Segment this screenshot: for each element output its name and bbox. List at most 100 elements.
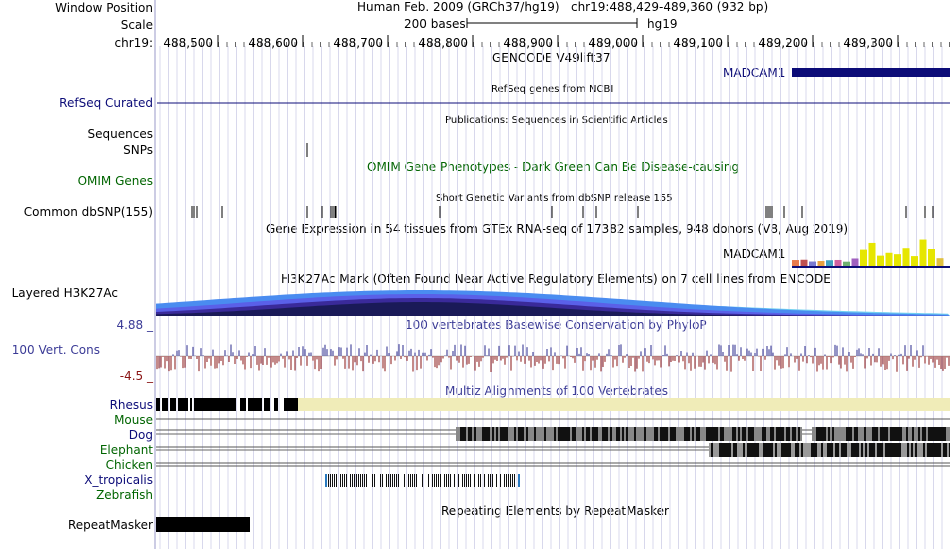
rhesus-align-block xyxy=(274,398,276,411)
xtrop-align-block xyxy=(360,474,361,487)
dog-align-block xyxy=(754,427,756,441)
elephant-align-block xyxy=(835,443,837,457)
dog-align-block xyxy=(680,427,682,441)
rhesus-align-block xyxy=(218,398,220,411)
dog-align-block xyxy=(708,427,710,441)
ruler-tick-label: 489,000 xyxy=(588,36,638,50)
xtrop-align-block xyxy=(478,474,479,487)
ruler-tick-label: 488,600 xyxy=(248,36,298,50)
dog-align-block xyxy=(780,427,782,441)
elephant-align-block xyxy=(737,443,739,457)
elephant-align-block xyxy=(919,443,921,457)
rhesus-align-block xyxy=(254,398,256,411)
elephant-align-block xyxy=(797,443,799,457)
gtex-tissue-bar xyxy=(834,259,842,267)
xtrop-align-block xyxy=(404,474,405,487)
xtrop-align-block xyxy=(342,474,343,487)
elephant-align-block xyxy=(781,443,783,457)
dog-align-block xyxy=(554,427,556,441)
dog-align-block xyxy=(472,427,474,441)
elephant-align-block xyxy=(831,443,833,457)
xtrop-align-block xyxy=(440,474,441,487)
xtrop-align-block xyxy=(394,474,395,487)
elephant-align-block xyxy=(739,443,741,457)
dog-align-block xyxy=(946,427,948,441)
dog-align-block xyxy=(796,427,798,441)
dog-align-block xyxy=(550,427,552,441)
browser-track-image[interactable]: 488,500 488,600 488,700 488,800 488,900 489,0… xyxy=(0,0,950,549)
rhesus-align-block xyxy=(184,398,186,411)
dog-align-block xyxy=(710,427,712,441)
elephant-align-block xyxy=(719,443,721,457)
dog-align-block xyxy=(888,427,890,441)
elephant-align-block xyxy=(817,443,819,457)
dog-align-block xyxy=(892,427,894,441)
elephant-align-block xyxy=(943,443,945,457)
dog-align-block xyxy=(750,427,752,441)
xtrop-align-block xyxy=(396,474,397,487)
dog-align-block xyxy=(616,427,618,441)
dog-align-block xyxy=(482,427,484,441)
xtrop-align-block xyxy=(340,474,341,487)
elephant-align-block xyxy=(751,443,753,457)
dog-align-block xyxy=(772,427,774,441)
dog-align-block xyxy=(692,427,694,441)
gtex-tissue-bar xyxy=(885,252,893,267)
elephant-align-block xyxy=(771,443,773,457)
xtrop-align-block xyxy=(416,474,417,487)
xtrop-align-block xyxy=(490,474,491,487)
elephant-align-block xyxy=(799,443,801,457)
rhesus-align-block xyxy=(214,398,216,411)
dog-align-block xyxy=(662,427,664,441)
dog-align-block xyxy=(516,427,518,441)
dog-align-block xyxy=(654,427,656,441)
elephant-align-block xyxy=(773,443,775,457)
rhesus-align-block xyxy=(248,398,250,411)
rhesus-align-block xyxy=(162,398,164,411)
dog-align-block xyxy=(728,427,730,441)
dog-align-block xyxy=(650,427,652,441)
rhesus-align-block xyxy=(182,398,184,411)
ruler-tick-label: 488,700 xyxy=(333,36,383,50)
elephant-align-block xyxy=(765,443,767,457)
xtrop-align-block xyxy=(436,474,437,487)
xtrop-align-block xyxy=(382,474,383,487)
xtrop-align-block xyxy=(332,474,333,487)
xtrop-align-block xyxy=(458,474,459,487)
dog-align-block xyxy=(458,427,460,441)
dog-align-block xyxy=(580,427,582,441)
gtex-tissue-bar xyxy=(894,254,901,267)
dog-align-block xyxy=(518,427,520,441)
elephant-align-block xyxy=(907,443,909,457)
dog-align-block xyxy=(648,427,650,441)
elephant-align-block xyxy=(791,443,793,457)
xtrop-align-block xyxy=(450,474,451,487)
elephant-align-block xyxy=(775,443,777,457)
elephant-align-block xyxy=(821,443,823,457)
dog-align-block xyxy=(820,427,822,441)
dog-align-block xyxy=(842,427,844,441)
dog-align-block xyxy=(632,427,634,441)
dog-align-block xyxy=(908,427,910,441)
rhesus-align-block xyxy=(172,398,174,411)
dog-align-block xyxy=(730,427,732,441)
elephant-align-block xyxy=(801,443,803,457)
dog-align-block xyxy=(928,427,930,441)
elephant-align-block xyxy=(779,443,781,457)
xtrop-align-block xyxy=(346,474,347,487)
dog-align-block xyxy=(798,427,800,441)
elephant-align-block xyxy=(731,443,733,457)
dog-align-block xyxy=(514,427,516,441)
dog-align-block xyxy=(770,427,772,441)
rhesus-align-block xyxy=(268,398,270,411)
dog-align-block xyxy=(614,427,616,441)
gtex-tissue-bar xyxy=(928,249,935,267)
elephant-align-block xyxy=(723,443,725,457)
elephant-align-block xyxy=(877,443,879,457)
rhesus-align-block xyxy=(156,398,158,411)
elephant-align-block xyxy=(745,443,747,457)
dog-align-block xyxy=(644,427,646,441)
dog-align-block xyxy=(462,427,464,441)
elephant-align-block xyxy=(881,443,883,457)
dog-align-block xyxy=(702,427,704,441)
